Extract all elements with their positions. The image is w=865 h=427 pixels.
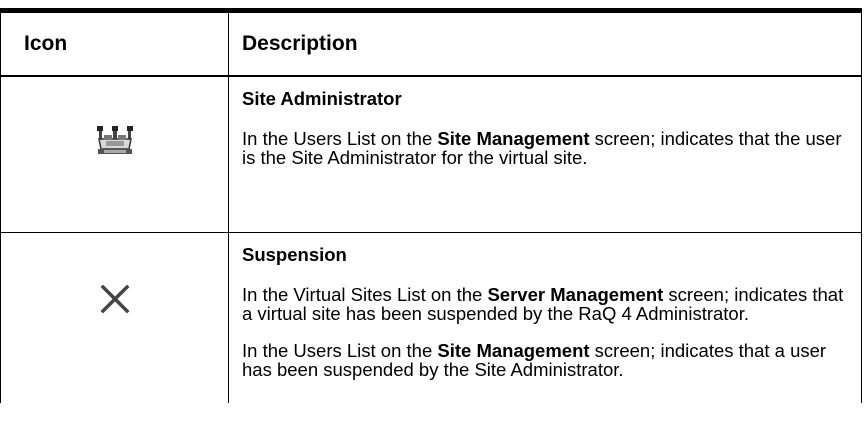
description-column-header: Description xyxy=(228,8,862,77)
site-admin-crown-icon xyxy=(96,125,134,162)
header-row: Icon Description xyxy=(0,8,862,77)
icon-description-table: Icon Description Site Administrator In t… xyxy=(0,8,862,403)
paragraph-bold-text: Server Management xyxy=(487,283,664,305)
paragraph-bold-text: Site Management xyxy=(437,339,590,361)
icon-cell xyxy=(0,231,229,403)
description-paragraph: In the Users List on the Site Management… xyxy=(242,341,849,379)
row-title: Suspension xyxy=(242,243,347,265)
icon-column-header: Icon xyxy=(0,8,229,77)
paragraph-text: In the Users List on the xyxy=(242,339,438,361)
paragraph-text: In the Users List on the xyxy=(242,128,438,149)
paragraph-text: In the Virtual Sites List on the xyxy=(242,283,488,305)
description-cell: Site Administrator In the Users List on … xyxy=(228,75,862,233)
paragraph-bold-text: Site Management xyxy=(437,128,590,149)
icon-cell xyxy=(0,75,229,233)
table-row: Site Administrator In the Users List on … xyxy=(0,75,862,233)
row-title: Site Administrator xyxy=(242,88,402,109)
suspension-x-icon xyxy=(100,284,130,318)
description-paragraph: In the Virtual Sites List on the Server … xyxy=(242,285,849,323)
table-row: Suspension In the Virtual Sites List on … xyxy=(0,231,862,403)
description-cell: Suspension In the Virtual Sites List on … xyxy=(228,231,862,403)
description-paragraph: In the Users List on the Site Management… xyxy=(242,129,849,167)
